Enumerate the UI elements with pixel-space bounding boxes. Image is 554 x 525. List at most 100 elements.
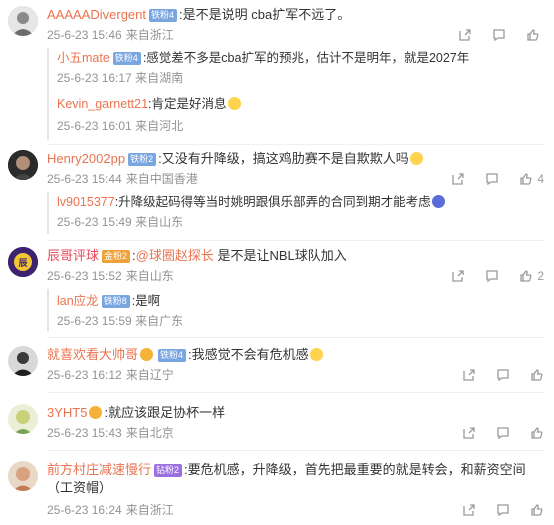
- share-button[interactable]: [462, 503, 476, 517]
- fan-badge[interactable]: 钻粉2: [154, 464, 183, 477]
- location: 来自浙江: [125, 28, 174, 42]
- comment-icon: [497, 504, 509, 517]
- like-button[interactable]: [530, 368, 544, 382]
- emoji-icon: [431, 195, 445, 208]
- comment-button[interactable]: [485, 172, 499, 186]
- username[interactable]: 就喜欢看大帅哥: [47, 347, 138, 362]
- svg-text:辰: 辰: [18, 258, 28, 269]
- reply-meta: 25-6-23 15:49 来自山东: [57, 214, 183, 230]
- comment-button[interactable]: [492, 28, 506, 42]
- comment-text: :就应该跟足协杯一样: [104, 405, 226, 420]
- reply-meta: 25-6-23 16:01 来自河北: [57, 118, 183, 134]
- fan-badge[interactable]: 铁粉8: [101, 295, 130, 308]
- comment-button[interactable]: [496, 368, 510, 382]
- reply-text: :升降级起码得等当时姚明跟俱乐部弄的合同到期才能考虑: [114, 195, 431, 209]
- comment-actions: [458, 28, 544, 42]
- comment-meta: 25-6-23 15:46 来自浙江: [47, 27, 174, 43]
- share-button[interactable]: [462, 426, 476, 440]
- location: 来自山东: [125, 269, 174, 283]
- like-button[interactable]: [530, 503, 544, 517]
- share-button[interactable]: [451, 172, 465, 186]
- reply-text: :肯定是好消息: [148, 97, 227, 111]
- comment-line: 3YHT5 :就应该跟足协杯一样: [47, 404, 544, 422]
- like-icon: [527, 29, 539, 41]
- comment-meta: 25-6-23 15:52 来自山东: [47, 268, 174, 284]
- username[interactable]: 辰哥评球: [47, 248, 99, 263]
- share-button[interactable]: [451, 269, 465, 283]
- reply-meta: 25-6-23 15:59 来自广东: [57, 313, 183, 329]
- reply-block: lan应龙 铁粉8:是啊 25-6-23 15:59 来自广东: [47, 289, 546, 331]
- avatar[interactable]: [8, 404, 38, 434]
- like-icon: [531, 369, 543, 381]
- comment-line: 前方村庄减速慢行 钻粉2:要危机感，升降级，首先把最重要的就是转会，和薪资空间（工…: [47, 461, 544, 497]
- like-button[interactable]: [526, 28, 544, 42]
- divider: [47, 450, 544, 451]
- timestamp: 25-6-23 16:01: [57, 119, 132, 133]
- timestamp: 25-6-23 15:49: [57, 215, 132, 229]
- like-button[interactable]: 4: [519, 172, 544, 186]
- comment-icon: [486, 173, 498, 186]
- username[interactable]: lv9015377: [57, 195, 115, 209]
- comment-button[interactable]: [485, 269, 499, 283]
- like-count: 2: [537, 269, 544, 283]
- location: 来自北京: [125, 426, 174, 440]
- divider: [47, 240, 544, 241]
- comment-icon: [497, 427, 509, 440]
- medal-icon: [89, 406, 103, 419]
- location: 来自中国香港: [125, 172, 198, 186]
- comment-line: 辰哥评球 金粉2:@球圈赵探长 是不是让NBL球队加入: [47, 247, 544, 265]
- like-icon: [520, 173, 532, 185]
- share-button[interactable]: [462, 368, 476, 382]
- fan-badge[interactable]: 铁粉4: [158, 349, 187, 362]
- avatar[interactable]: [8, 150, 38, 180]
- share-button[interactable]: [458, 28, 472, 42]
- share-icon: [463, 427, 475, 439]
- comment-text: :我感觉不会有危机感: [188, 347, 309, 362]
- timestamp: 25-6-23 16:12: [47, 368, 122, 382]
- timestamp: 25-6-23 15:44: [47, 172, 122, 186]
- mention-link[interactable]: @球圈赵探长: [136, 248, 214, 263]
- comment-actions: [462, 368, 544, 382]
- timestamp: 25-6-23 16:17: [57, 71, 132, 85]
- location: 来自湖南: [135, 71, 184, 85]
- like-button[interactable]: 2: [519, 269, 544, 283]
- username[interactable]: 前方村庄减速慢行: [47, 462, 151, 477]
- comment-meta: 25-6-23 15:44 来自中国香港: [47, 171, 198, 187]
- comment-actions: 2: [451, 269, 544, 283]
- username[interactable]: Henry2002pp: [47, 151, 125, 166]
- username[interactable]: Kevin_garnett21: [57, 97, 148, 111]
- comment-line: 就喜欢看大帅哥 铁粉4:我感觉不会有危机感: [47, 346, 544, 364]
- fan-badge[interactable]: 铁粉4: [149, 9, 178, 22]
- like-button[interactable]: [530, 426, 544, 440]
- like-icon: [520, 270, 532, 282]
- username[interactable]: 3YHT5: [47, 405, 87, 420]
- reply-line: lv9015377:升降级起码得等当时姚明跟俱乐部弄的合同到期才能考虑: [57, 194, 445, 211]
- divider: [47, 337, 544, 338]
- avatar[interactable]: 辰: [8, 247, 38, 277]
- username[interactable]: lan应龙: [57, 294, 99, 308]
- laugh-emoji-icon: [309, 348, 323, 361]
- timestamp: 25-6-23 15:52: [47, 269, 122, 283]
- location: 来自山东: [135, 215, 184, 229]
- comment-meta: 25-6-23 16:12 来自辽宁: [47, 367, 174, 383]
- timestamp: 25-6-23 16:24: [47, 503, 122, 517]
- fan-badge[interactable]: 铁粉4: [112, 52, 141, 65]
- username[interactable]: AAAAADivergent: [47, 7, 146, 22]
- avatar[interactable]: [8, 346, 38, 376]
- location: 来自广东: [135, 314, 184, 328]
- comment-icon: [493, 29, 505, 42]
- reply-line: Kevin_garnett21:肯定是好消息: [57, 96, 241, 113]
- avatar[interactable]: [8, 461, 38, 491]
- timestamp: 25-6-23 15:43: [47, 426, 122, 440]
- reply-text: :感觉差不多是cba扩军的预兆，估计不是明年，就是2027年: [142, 51, 470, 65]
- comment-text: :又没有升降级，搞这鸡肋赛不是自欺欺人吗: [158, 151, 409, 166]
- fan-badge[interactable]: 金粉2: [102, 250, 131, 263]
- comment-button[interactable]: [496, 426, 510, 440]
- fan-badge[interactable]: 铁粉2: [128, 153, 157, 166]
- comment-button[interactable]: [496, 503, 510, 517]
- avatar[interactable]: [8, 6, 38, 36]
- divider: [47, 144, 544, 145]
- share-icon: [452, 270, 464, 282]
- location: 来自浙江: [125, 503, 174, 517]
- username[interactable]: 小五mate: [57, 51, 110, 65]
